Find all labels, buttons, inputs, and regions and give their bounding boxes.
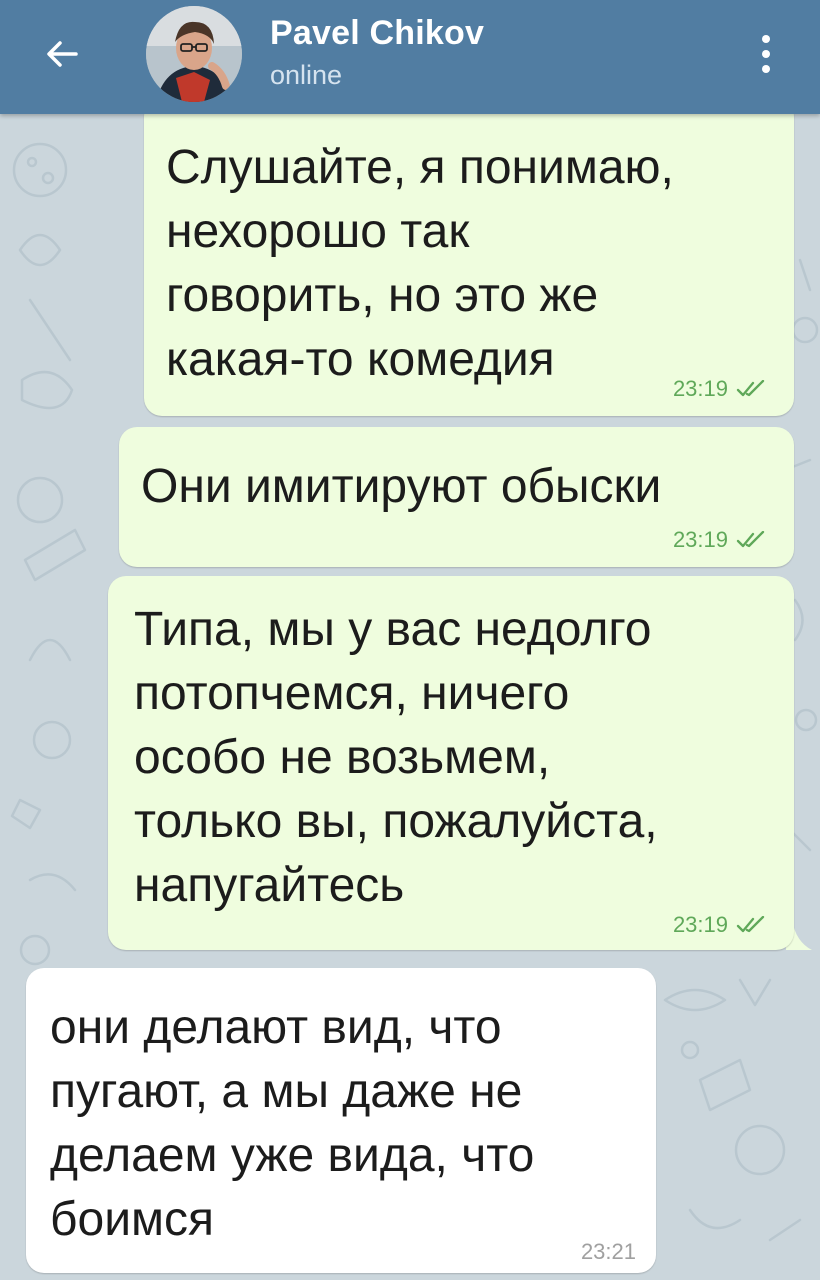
message-time: 23:19 <box>672 376 728 401</box>
avatar-photo <box>146 6 242 102</box>
message-bubble-outgoing[interactable]: Они имитируют обыски 23:19 <box>119 427 794 567</box>
double-check-icon <box>736 916 765 933</box>
more-vertical-icon <box>762 35 770 43</box>
double-check-icon <box>736 531 765 548</box>
back-button[interactable] <box>30 22 94 86</box>
more-vertical-icon <box>762 65 770 73</box>
double-check-icon <box>736 380 765 397</box>
more-options-button[interactable] <box>746 26 786 82</box>
message-text: Типа, мы у вас недолго потопчемся, ничег… <box>134 603 658 912</box>
message-bubble-outgoing[interactable]: Типа, мы у вас недолго потопчемся, ничег… <box>108 576 794 950</box>
message-time: 23:21 <box>580 1239 636 1264</box>
more-vertical-icon <box>762 50 770 58</box>
contact-avatar[interactable] <box>146 6 242 102</box>
arrow-left-icon <box>47 41 78 67</box>
message-bubble-incoming[interactable]: они делают вид, что пугают, а мы даже не… <box>26 968 656 1273</box>
message-text: Они имитируют обыски <box>141 460 662 513</box>
contact-name[interactable]: Pavel Chikov <box>270 14 484 53</box>
chat-header: Pavel Chikov online <box>0 0 820 114</box>
message-meta: 23:21 <box>581 1239 636 1265</box>
message-bubble-outgoing[interactable]: Слушайте, я понимаю, нехорошо так говори… <box>144 98 794 416</box>
message-time: 23:19 <box>672 527 728 552</box>
message-meta: 23:19 <box>673 912 766 938</box>
message-meta: 23:19 <box>673 376 766 402</box>
message-meta: 23:19 <box>673 527 766 553</box>
message-text: Слушайте, я понимаю, нехорошо так говори… <box>166 141 674 386</box>
contact-status: online <box>270 60 343 90</box>
message-time: 23:19 <box>672 912 728 937</box>
message-text: они делают вид, что пугают, а мы даже не… <box>50 1001 535 1246</box>
